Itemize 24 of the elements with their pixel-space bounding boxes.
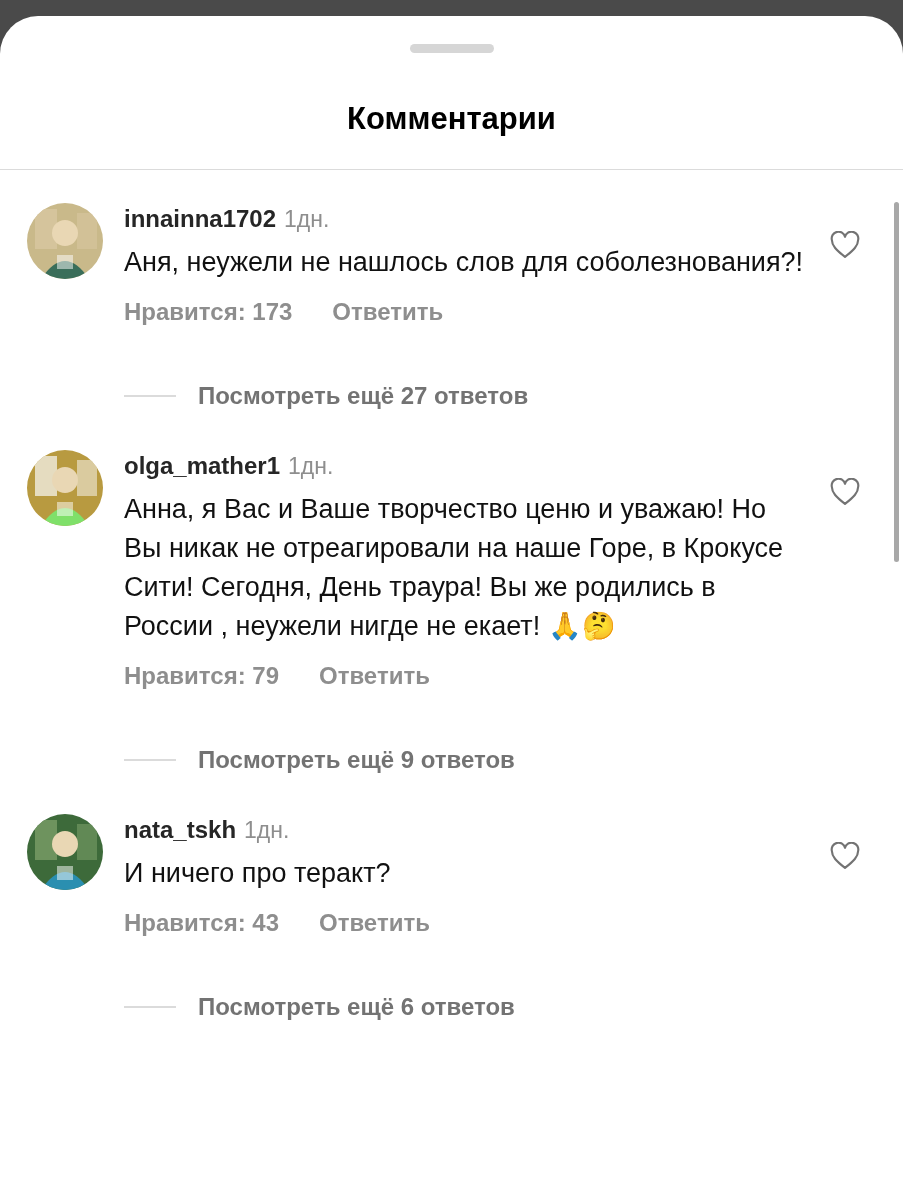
heart-icon[interactable]	[830, 842, 860, 870]
view-replies-button[interactable]: Посмотреть ещё 6 ответов	[198, 991, 515, 1023]
heart-icon[interactable]	[830, 231, 860, 259]
comment-text: Анна, я Вас и Ваше творчество ценю и уважаю! Но Вы никак не отреагировали на наше Горе, в Крокусе Сити! Сегодня, День траура! Вы же родились в России , неужели нигде не екает! 🙏🤔	[124, 493, 785, 643]
like-count: Нравится: 43	[124, 908, 279, 938]
view-replies-button[interactable]: Посмотреть ещё 9 ответов	[198, 744, 515, 776]
view-replies-button[interactable]: Посмотреть ещё 27 ответов	[198, 380, 529, 412]
scrollbar[interactable]	[894, 202, 899, 562]
drag-handle[interactable]	[409, 44, 494, 53]
comment-text: И ничего про теракт?	[124, 857, 392, 890]
sheet-title: Комментарии	[346, 100, 557, 138]
heart-icon[interactable]	[830, 478, 860, 506]
username[interactable]: nata_tskh	[124, 814, 237, 846]
comment-time: 1дн.	[288, 452, 334, 481]
like-count: Нравится: 173	[124, 297, 293, 327]
comment-time: 1дн.	[284, 205, 330, 234]
like-count: Нравится: 79	[124, 661, 279, 691]
comment-time: 1дн.	[244, 816, 290, 845]
comment-text: Аня, неужели не нашлось слов для соболезнования?!	[124, 246, 804, 279]
username[interactable]: innainna1702	[124, 203, 277, 235]
reply-button[interactable]: Ответить	[319, 907, 430, 939]
reply-button[interactable]: Ответить	[332, 296, 444, 328]
reply-button[interactable]: Ответить	[319, 660, 430, 692]
username[interactable]: olga_mather1	[124, 450, 281, 482]
